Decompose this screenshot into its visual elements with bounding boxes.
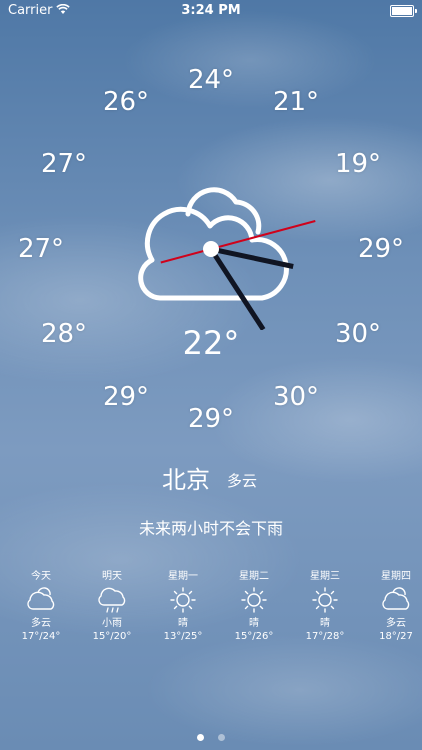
forecast-day-4[interactable]: 星期三 晴 17°/28°: [290, 570, 360, 643]
rain-cloud-icon: [98, 587, 126, 613]
current-condition: 多云: [227, 472, 258, 490]
hour-temp-2: 21°: [272, 87, 320, 117]
hour-temp-8: 29°: [102, 382, 150, 412]
forecast-temp-range: 18°/27: [379, 631, 413, 642]
forecast-day-name: 今天: [31, 571, 51, 582]
forecast-day-name: 星期二: [239, 571, 269, 582]
hour-temp-1: 24°: [187, 65, 235, 95]
forecast-condition: 晴: [178, 618, 188, 629]
clock-hands: [160, 220, 316, 330]
rain-forecast-message: 未来两小时不会下雨: [138, 519, 283, 538]
hour-temp-7: 29°: [187, 404, 235, 434]
forecast-temp-range: 15°/20°: [92, 631, 132, 642]
hour-temp-4: 29°: [357, 234, 405, 264]
hour-temp-9: 28°: [40, 319, 88, 349]
forecast-day-name: 明天: [102, 571, 122, 582]
forecast-day-2[interactable]: 星期一 晴 13°/25°: [148, 570, 218, 643]
forecast-temp-range: 17°/28°: [305, 631, 345, 642]
hour-temp-5: 30°: [334, 319, 382, 349]
page-indicator[interactable]: [0, 726, 422, 745]
minute-hand: [208, 247, 266, 330]
cloud-icon: [382, 587, 410, 610]
sun-icon: [241, 587, 267, 613]
status-time: 3:24 PM: [181, 3, 241, 18]
weather-clock: [138, 187, 316, 330]
clock-center-cap: [203, 241, 219, 257]
forecast-condition: 多云: [31, 618, 51, 629]
forecast-temp-range: 17°/24°: [21, 631, 61, 642]
forecast-day-3[interactable]: 星期二 晴 15°/26°: [219, 570, 289, 643]
forecast-temp-range: 13°/25°: [163, 631, 203, 642]
forecast-day-5[interactable]: 星期四 多云 18°/27: [361, 570, 422, 643]
status-bar: Carrier 3:24 PM: [0, 0, 422, 22]
cloud-icon: [27, 587, 55, 610]
hour-temp-3: 19°: [334, 149, 382, 179]
hour-temp-11: 27°: [40, 149, 88, 179]
forecast-day-1[interactable]: 明天 小雨 15°/20°: [77, 570, 147, 643]
forecast-condition: 晴: [249, 618, 259, 629]
hour-temp-12: 26°: [102, 87, 150, 117]
forecast-condition: 多云: [386, 618, 406, 629]
forecast-condition: 小雨: [102, 618, 122, 629]
current-temperature: 22°: [182, 324, 240, 362]
forecast-day-0[interactable]: 今天 多云 17°/24°: [6, 570, 76, 643]
forecast-temp-range: 15°/26°: [234, 631, 274, 642]
sun-icon: [170, 587, 196, 613]
forecast-condition: 晴: [320, 618, 330, 629]
daily-forecast: 今天 多云 17°/24° 明天 小雨 15°/20° 星期一 晴 13°/25…: [0, 570, 422, 650]
forecast-day-name: 星期一: [168, 571, 198, 582]
page-dot-active[interactable]: [197, 734, 205, 741]
battery-icon: [390, 5, 417, 17]
forecast-day-name: 星期四: [381, 571, 411, 582]
sun-icon: [312, 587, 338, 613]
forecast-day-name: 星期三: [310, 571, 340, 582]
page-dot-inactive[interactable]: [217, 734, 225, 741]
hour-temp-10: 27°: [17, 234, 65, 264]
hour-temp-6: 30°: [272, 382, 320, 412]
city-name[interactable]: 北京: [162, 460, 210, 495]
